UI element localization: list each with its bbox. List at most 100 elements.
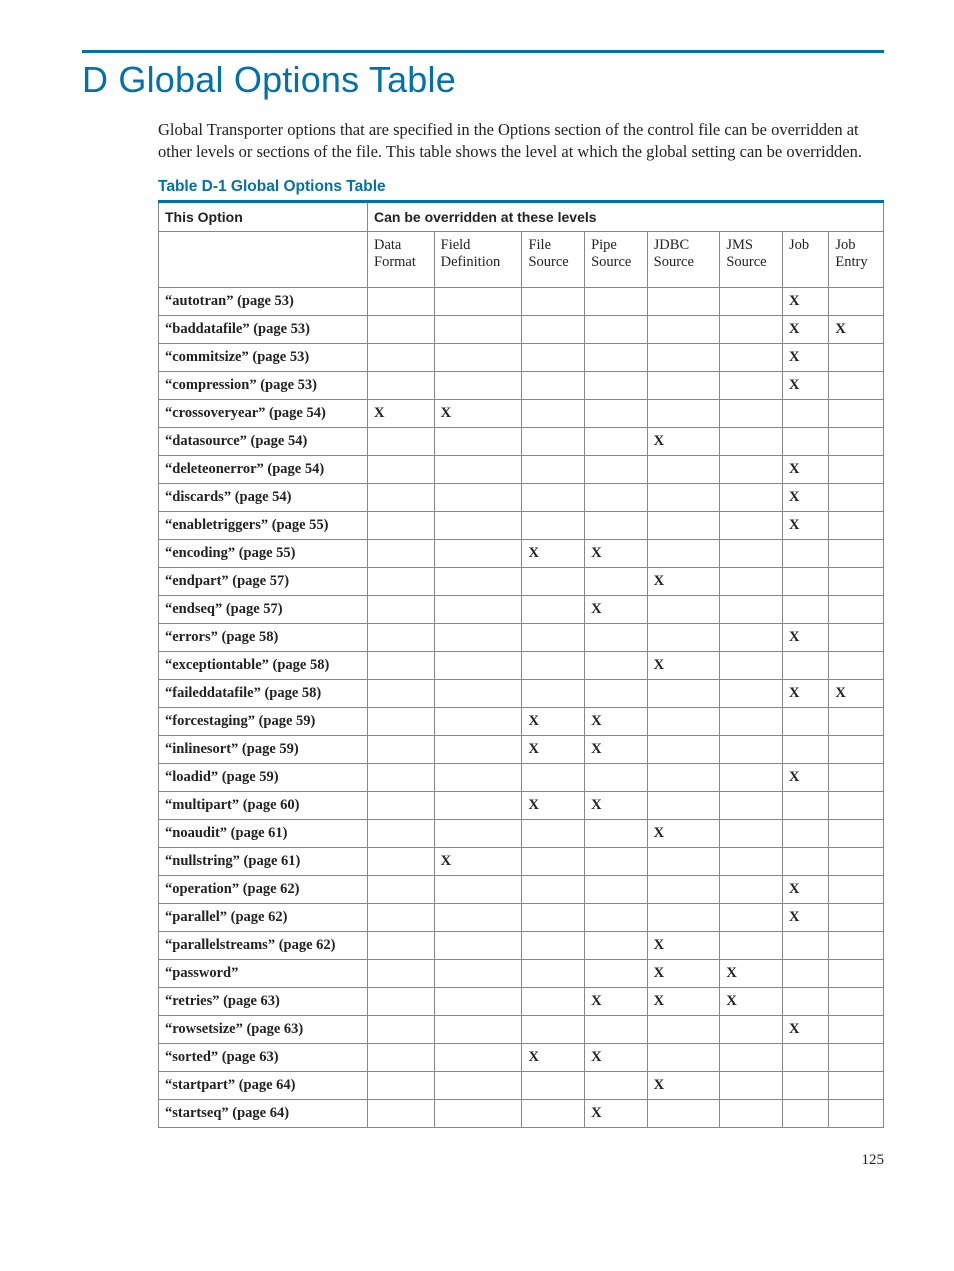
option-cell xyxy=(720,343,783,371)
option-cell xyxy=(829,735,884,763)
option-cell xyxy=(368,483,435,511)
option-cell xyxy=(585,287,648,315)
option-cell xyxy=(647,595,720,623)
option-cell: X xyxy=(647,959,720,987)
option-cell xyxy=(522,987,585,1015)
option-cell xyxy=(782,427,828,455)
option-cell xyxy=(782,847,828,875)
option-cell xyxy=(522,875,585,903)
option-cell xyxy=(829,847,884,875)
option-cell xyxy=(585,427,648,455)
option-cell xyxy=(368,959,435,987)
option-cell xyxy=(829,959,884,987)
option-cell: X xyxy=(434,399,522,427)
option-cell xyxy=(647,1015,720,1043)
table-row: “parallel” (page 62)X xyxy=(159,903,884,931)
option-cell xyxy=(720,679,783,707)
option-name: “deleteonerror” (page 54) xyxy=(159,455,368,483)
option-cell xyxy=(829,931,884,959)
option-cell xyxy=(647,287,720,315)
table-row: “startpart” (page 64)X xyxy=(159,1071,884,1099)
option-cell xyxy=(829,567,884,595)
option-cell xyxy=(585,343,648,371)
option-cell xyxy=(829,455,884,483)
table-row: “deleteonerror” (page 54) X xyxy=(159,455,884,483)
option-cell xyxy=(720,399,783,427)
option-cell xyxy=(368,875,435,903)
option-cell xyxy=(829,343,884,371)
page-title: D Global Options Table xyxy=(82,59,884,101)
option-cell xyxy=(647,847,720,875)
option-cell: X xyxy=(782,763,828,791)
option-cell xyxy=(368,455,435,483)
option-cell xyxy=(522,511,585,539)
col-header-file-source: File Source xyxy=(522,231,585,287)
option-cell xyxy=(434,343,522,371)
option-cell: X xyxy=(585,1043,648,1071)
option-cell xyxy=(720,1043,783,1071)
option-cell: X xyxy=(782,1015,828,1043)
option-cell xyxy=(720,931,783,959)
option-cell xyxy=(522,315,585,343)
table-row: “sorted” (page 63)XX xyxy=(159,1043,884,1071)
option-cell xyxy=(585,819,648,847)
option-name: “exceptiontable” (page 58) xyxy=(159,651,368,679)
option-cell: X xyxy=(782,455,828,483)
option-cell xyxy=(720,539,783,567)
option-cell xyxy=(368,427,435,455)
option-cell: X xyxy=(829,679,884,707)
option-cell: X xyxy=(585,791,648,819)
option-name: “parallelstreams” (page 62) xyxy=(159,931,368,959)
option-cell xyxy=(585,315,648,343)
option-cell xyxy=(647,371,720,399)
option-cell xyxy=(782,539,828,567)
option-cell xyxy=(368,1015,435,1043)
option-cell xyxy=(647,1099,720,1127)
option-cell: X xyxy=(522,707,585,735)
option-cell xyxy=(647,763,720,791)
option-cell xyxy=(434,539,522,567)
option-cell xyxy=(522,427,585,455)
option-cell xyxy=(368,511,435,539)
option-cell xyxy=(368,931,435,959)
option-cell xyxy=(782,567,828,595)
option-cell xyxy=(720,511,783,539)
option-cell: X xyxy=(829,315,884,343)
option-cell: X xyxy=(647,567,720,595)
option-cell xyxy=(368,1099,435,1127)
global-options-table: This Option Can be overridden at these l… xyxy=(158,200,884,1128)
option-cell xyxy=(829,511,884,539)
table-header-row-1: This Option Can be overridden at these l… xyxy=(159,201,884,231)
option-cell xyxy=(522,903,585,931)
option-cell xyxy=(720,287,783,315)
option-cell xyxy=(720,371,783,399)
table-row: “multipart” (page 60)XX xyxy=(159,791,884,819)
option-cell xyxy=(434,959,522,987)
option-cell xyxy=(829,791,884,819)
option-cell: X xyxy=(782,679,828,707)
option-cell xyxy=(585,763,648,791)
option-name: “startseq” (page 64) xyxy=(159,1099,368,1127)
option-cell xyxy=(522,1071,585,1099)
table-row: “forcestaging” (page 59)XX xyxy=(159,707,884,735)
table-row: “nullstring” (page 61)X xyxy=(159,847,884,875)
option-cell xyxy=(829,371,884,399)
table-row: “endpart” (page 57)X xyxy=(159,567,884,595)
option-name: “retries” (page 63) xyxy=(159,987,368,1015)
col-header-data-format: Data Format xyxy=(368,231,435,287)
option-cell: X xyxy=(647,931,720,959)
option-cell xyxy=(522,1015,585,1043)
table-row: “autotran” (page 53)X xyxy=(159,287,884,315)
table-row: “retries” (page 63)XXX xyxy=(159,987,884,1015)
option-cell xyxy=(720,847,783,875)
option-cell xyxy=(585,931,648,959)
option-cell xyxy=(368,539,435,567)
option-cell xyxy=(829,399,884,427)
option-name: “startpart” (page 64) xyxy=(159,1071,368,1099)
option-cell xyxy=(434,931,522,959)
option-cell: X xyxy=(522,539,585,567)
option-cell xyxy=(647,735,720,763)
option-cell xyxy=(522,959,585,987)
option-cell xyxy=(434,455,522,483)
option-name: “multipart” (page 60) xyxy=(159,791,368,819)
